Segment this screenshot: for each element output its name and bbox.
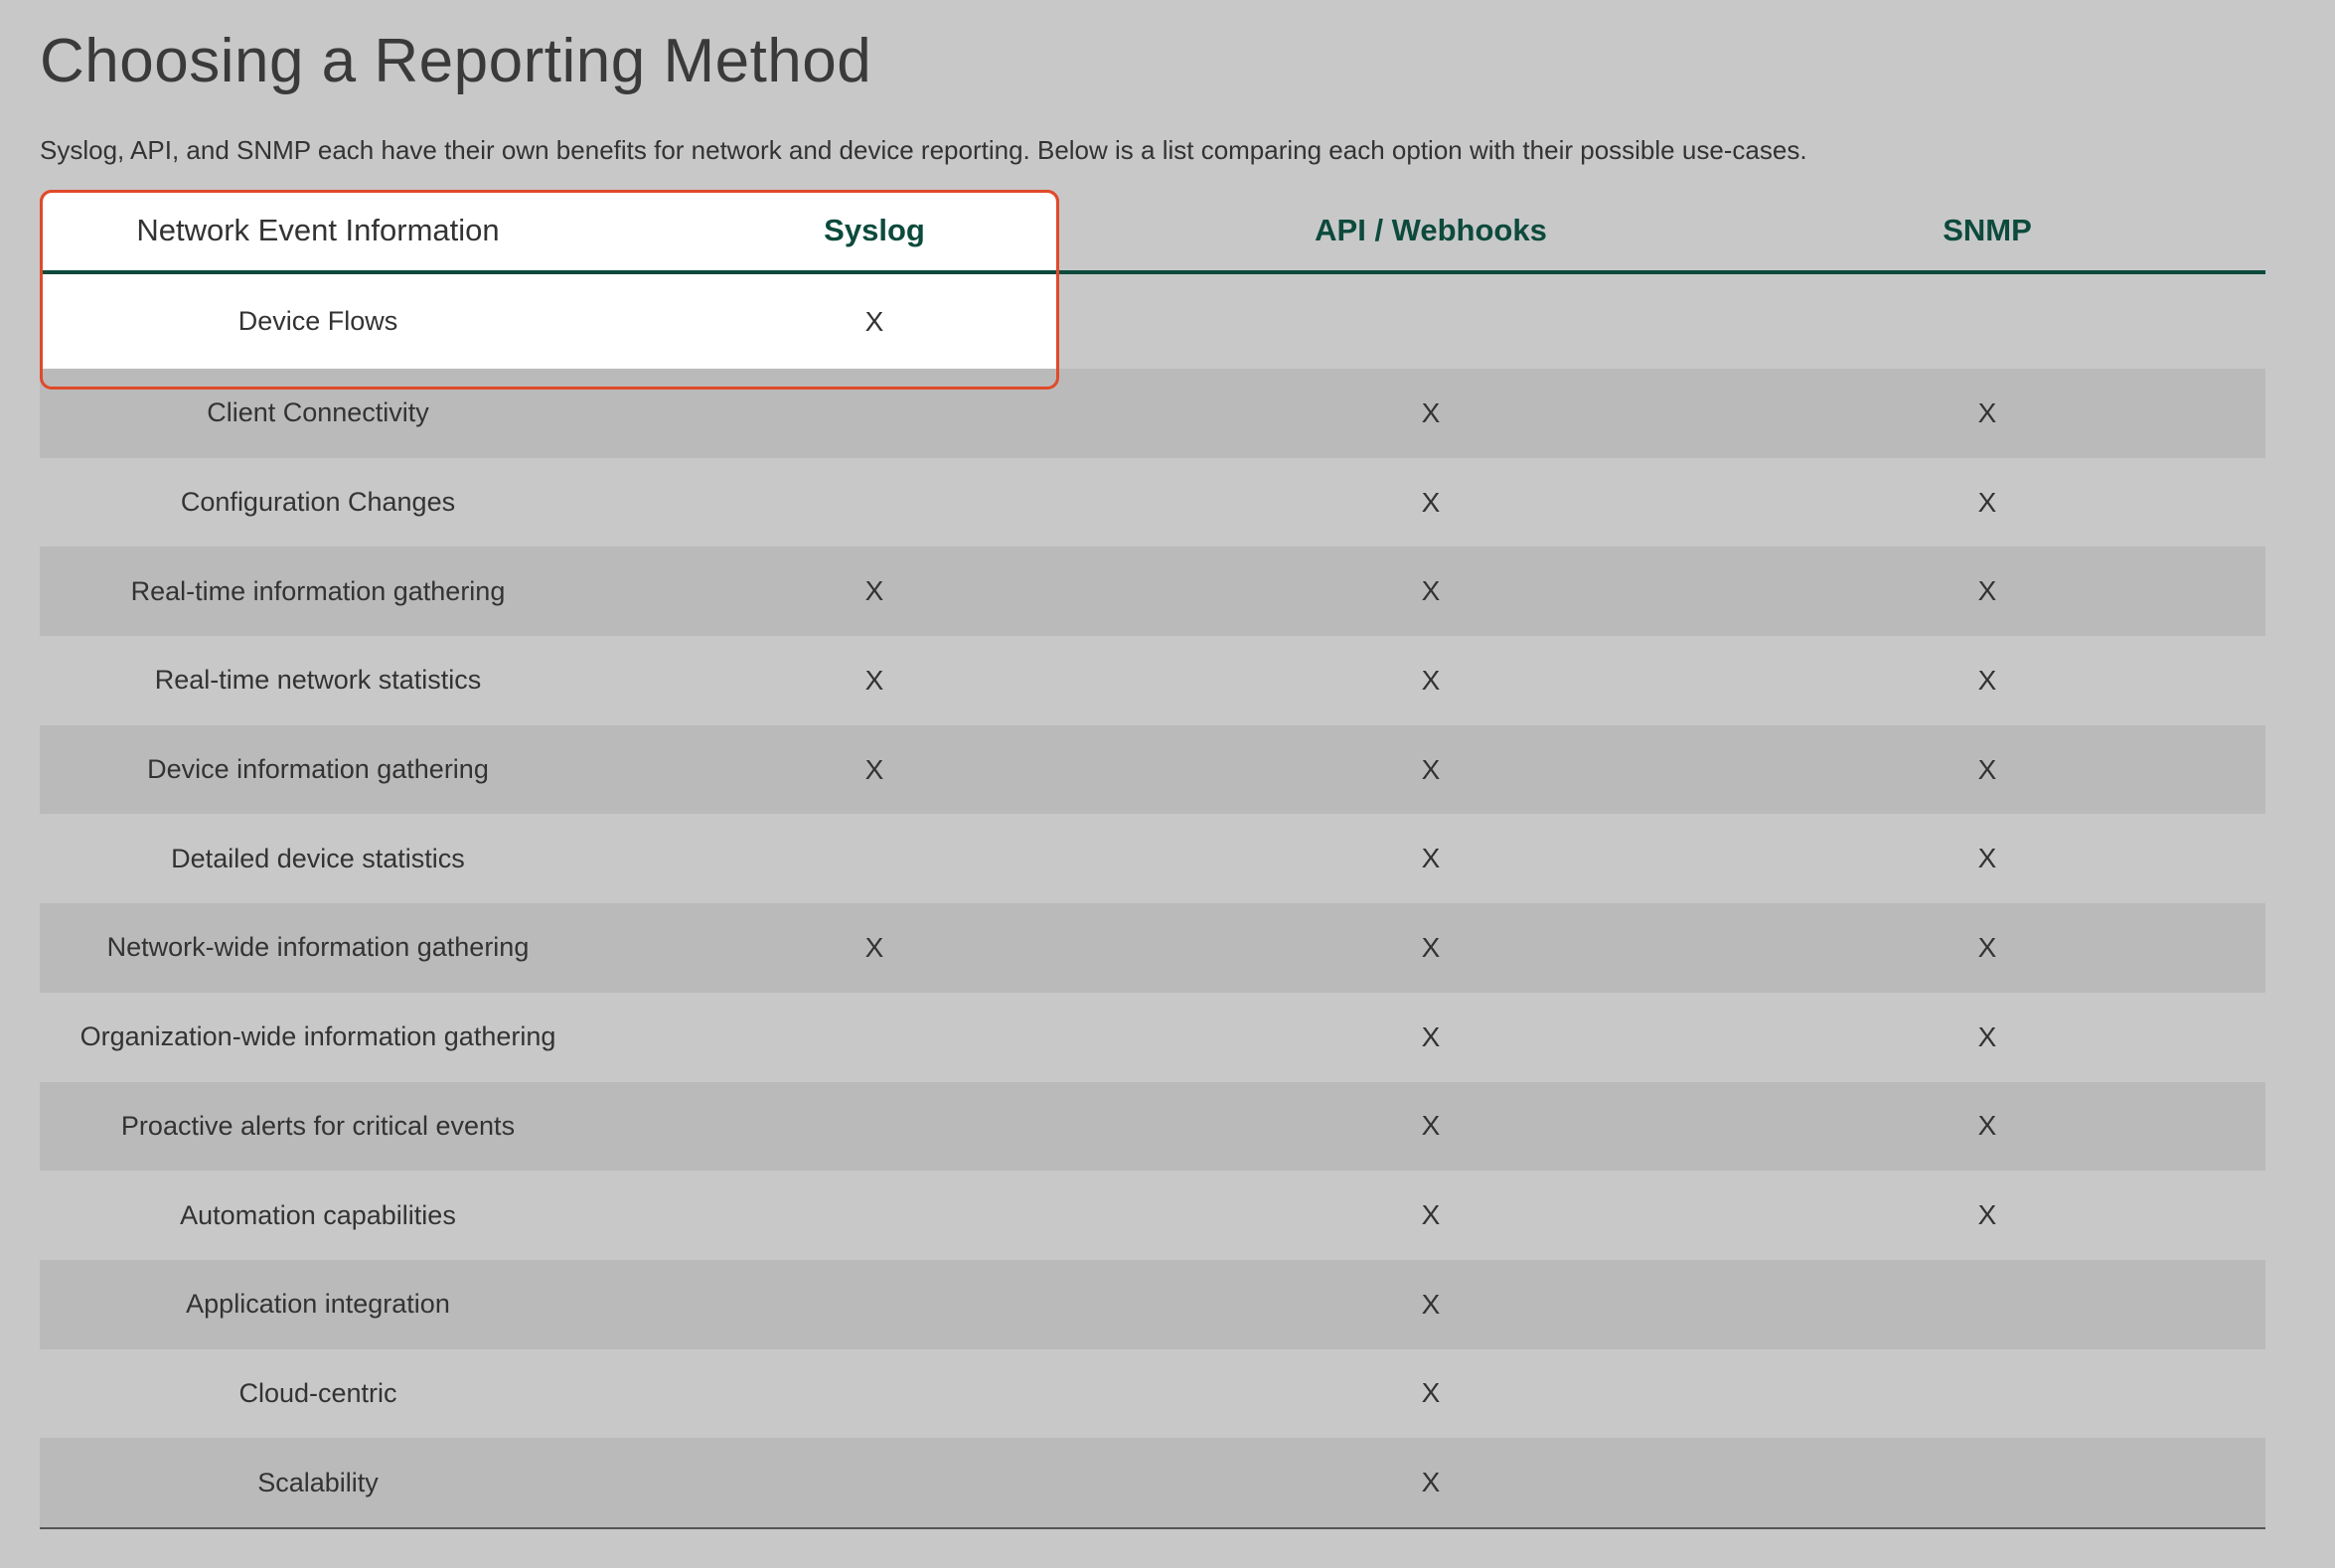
syslog-mark: X: [864, 575, 884, 607]
snmp-mark: [1709, 1438, 2265, 1527]
table-row: Device Flows X: [40, 274, 2265, 369]
table-row: Real-time information gathering X X X: [40, 547, 2265, 637]
table-row: Configuration Changes X X: [40, 458, 2265, 548]
page-title: Choosing a Reporting Method: [40, 27, 872, 95]
syslog-mark: [596, 1082, 1153, 1172]
api-mark: X: [1421, 843, 1441, 874]
api-mark: X: [1421, 1199, 1441, 1231]
table-row: Organization-wide information gathering …: [40, 993, 2265, 1082]
syslog-mark: X: [864, 753, 884, 785]
column-header-syslog: Syslog: [824, 213, 925, 247]
feature-cell: Real-time network statistics: [154, 665, 482, 696]
api-mark: X: [1421, 1467, 1441, 1498]
snmp-mark: X: [1977, 931, 1997, 963]
feature-cell: Organization-wide information gathering: [79, 1021, 556, 1052]
syslog-mark: [596, 814, 1153, 903]
api-mark: X: [1421, 1288, 1441, 1320]
feature-cell: Application integration: [186, 1289, 450, 1320]
table-row: Proactive alerts for critical events X X: [40, 1081, 2265, 1172]
feature-cell: Network-wide information gathering: [106, 932, 530, 963]
table-row: Client Connectivity X X: [40, 369, 2265, 458]
api-mark: X: [1421, 753, 1441, 785]
syslog-mark: X: [864, 664, 884, 696]
syslog-mark: X: [864, 305, 884, 337]
feature-cell: Scalability: [257, 1467, 379, 1497]
snmp-mark: X: [1977, 753, 1997, 785]
api-mark: [1153, 274, 1709, 369]
syslog-mark: [596, 1171, 1153, 1260]
snmp-mark: X: [1977, 664, 1997, 696]
api-mark: X: [1421, 1377, 1441, 1409]
syslog-mark: [596, 369, 1153, 458]
intro-text: Syslog, API, and SNMP each have their ow…: [40, 135, 1807, 165]
table-row: Network-wide information gathering X X X: [40, 903, 2265, 993]
snmp-mark: X: [1977, 843, 1997, 874]
table-row: Cloud-centric X: [40, 1349, 2265, 1439]
snmp-mark: [1709, 1349, 2265, 1439]
table-row: Detailed device statistics X X: [40, 814, 2265, 903]
snmp-mark: X: [1977, 1020, 1997, 1052]
column-header-network-event-information: Network Event Information: [136, 213, 500, 247]
syslog-mark: [596, 1438, 1153, 1527]
api-mark: X: [1421, 1020, 1441, 1052]
feature-cell: Real-time information gathering: [130, 575, 506, 606]
table-row: Automation capabilities X X: [40, 1171, 2265, 1260]
api-mark: X: [1421, 396, 1441, 428]
column-header-snmp: SNMP: [1943, 213, 2032, 247]
syslog-mark: [596, 993, 1153, 1082]
snmp-mark: [1709, 274, 2265, 369]
table-header-row: Network Event Information Syslog API / W…: [40, 191, 2265, 274]
feature-cell: Device Flows: [237, 306, 398, 336]
api-mark: X: [1421, 486, 1441, 518]
snmp-mark: X: [1977, 396, 1997, 428]
api-mark: X: [1421, 1110, 1441, 1142]
table-row: Device information gathering X X X: [40, 724, 2265, 815]
feature-cell: Client Connectivity: [207, 397, 429, 428]
snmp-mark: [1709, 1260, 2265, 1349]
feature-cell: Automation capabilities: [180, 1199, 456, 1230]
comparison-table: Network Event Information Syslog API / W…: [40, 191, 2265, 1529]
feature-cell: Detailed device statistics: [171, 843, 465, 873]
syslog-mark: [596, 458, 1153, 548]
table-row: Real-time network statistics X X X: [40, 636, 2265, 725]
snmp-mark: X: [1977, 1199, 1997, 1231]
feature-cell: Proactive alerts for critical events: [120, 1110, 516, 1141]
table-row: Application integration X: [40, 1259, 2265, 1349]
feature-cell: Configuration Changes: [180, 487, 456, 518]
column-header-api-webhooks: API / Webhooks: [1315, 213, 1547, 247]
syslog-mark: X: [864, 931, 884, 963]
syslog-mark: [596, 1260, 1153, 1349]
snmp-mark: X: [1977, 486, 1997, 518]
api-mark: X: [1421, 664, 1441, 696]
api-mark: X: [1421, 931, 1441, 963]
syslog-mark: [596, 1349, 1153, 1439]
snmp-mark: X: [1977, 575, 1997, 607]
table-row: Scalability X: [40, 1438, 2265, 1529]
feature-cell: Cloud-centric: [238, 1377, 397, 1408]
feature-cell: Device information gathering: [147, 754, 489, 785]
snmp-mark: X: [1977, 1110, 1997, 1142]
api-mark: X: [1421, 575, 1441, 607]
